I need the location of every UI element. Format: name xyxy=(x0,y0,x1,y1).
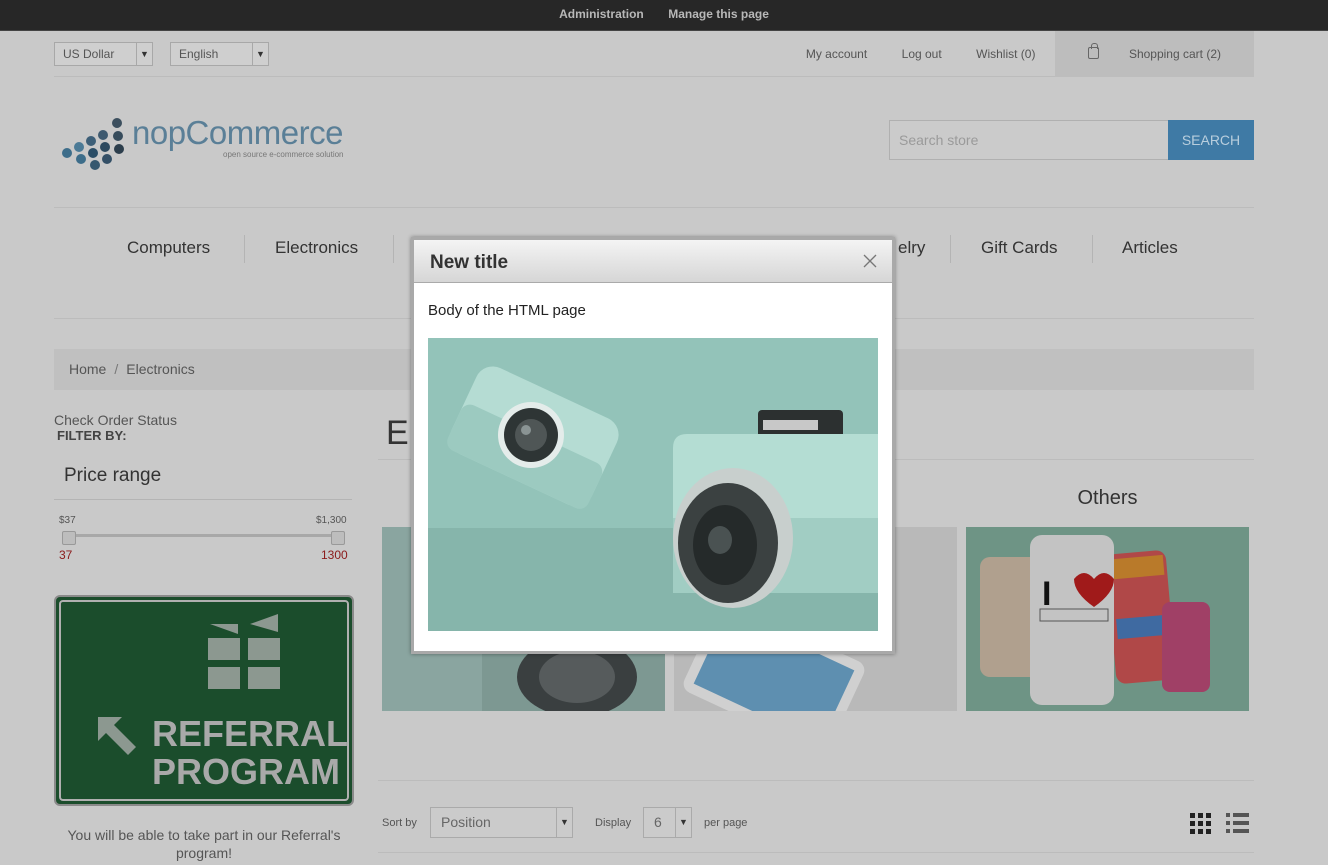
dialog-title: New title xyxy=(430,252,509,273)
referral-banner-text: REFERRAL PROGRAM xyxy=(152,715,348,791)
referral-program-banner[interactable]: REFERRAL PROGRAM xyxy=(54,595,354,806)
price-max-value: 1300 xyxy=(321,548,348,562)
search-button[interactable]: SEARCH xyxy=(1168,120,1254,160)
per-page-label: per page xyxy=(704,817,748,829)
menu-separator xyxy=(393,235,394,263)
page-size-value: 6 xyxy=(654,814,662,830)
shopping-cart-icon xyxy=(1087,43,1099,59)
referral-text-line1: You will be able to take part in our Ref… xyxy=(67,827,341,843)
store-logo[interactable]: nopCommerce open source e-commerce solut… xyxy=(58,112,358,170)
log-out-link[interactable]: Log out xyxy=(902,31,942,77)
currency-value: US Dollar xyxy=(63,47,115,61)
shopping-cart-label: Shopping cart (2) xyxy=(1128,47,1221,61)
logo-wordmark: nopCommerce xyxy=(132,114,343,151)
menu-separator xyxy=(1092,235,1093,263)
price-range-title: Price range xyxy=(54,451,352,500)
chevron-down-icon: ▼ xyxy=(136,43,152,65)
sort-by-select[interactable]: Position ▼ xyxy=(430,807,573,838)
list-view-icon[interactable] xyxy=(1226,813,1249,834)
logo-tagline: open source e-commerce solution xyxy=(223,150,344,159)
referral-text-line2: program! xyxy=(175,845,233,861)
referral-description: You will be able to take part in our Ref… xyxy=(54,826,354,862)
menu-item-jewelry[interactable]: elry xyxy=(898,238,925,258)
menu-item-computers[interactable]: Computers xyxy=(127,238,210,258)
camera-picture xyxy=(428,338,878,631)
category-title-others[interactable]: Others xyxy=(966,487,1249,510)
menu-separator xyxy=(244,235,245,263)
manage-page-link[interactable]: Manage this page xyxy=(668,0,769,28)
my-account-link[interactable]: My account xyxy=(806,31,867,77)
page-title: E xyxy=(386,414,409,452)
close-icon[interactable] xyxy=(862,253,878,269)
header-user-links: My account Log out Wishlist (0) Shopping… xyxy=(791,31,1254,77)
phone-cases-picture: I xyxy=(980,535,1210,705)
arrow-icon xyxy=(98,717,136,755)
filter-by-heading: FILTER BY: xyxy=(57,428,127,443)
language-select[interactable]: English ▼ xyxy=(170,42,269,66)
check-order-status-link[interactable]: Check Order Status xyxy=(54,412,177,428)
chevron-down-icon: ▼ xyxy=(252,43,268,65)
menu-item-articles[interactable]: Articles xyxy=(1122,238,1178,258)
breadcrumb-separator: / xyxy=(114,361,119,377)
breadcrumb-home[interactable]: Home xyxy=(69,361,106,377)
language-value: English xyxy=(179,47,219,61)
dialog-body-text: Body of the HTML page xyxy=(428,302,586,319)
price-max-label: $1,300 xyxy=(316,515,347,526)
shopping-cart-link[interactable]: Shopping cart (2) xyxy=(1054,31,1254,77)
dialog-header: New title xyxy=(414,240,892,283)
menu-item-gift-cards[interactable]: Gift Cards xyxy=(981,238,1058,258)
breadcrumb-current: Electronics xyxy=(126,361,195,377)
admin-bar: Administration Manage this page xyxy=(0,0,1328,31)
menu-item-electronics[interactable]: Electronics xyxy=(275,238,358,258)
chevron-down-icon: ▼ xyxy=(556,808,572,837)
popup-dialog: New title Body of the HTML page xyxy=(411,237,895,654)
price-slider-track[interactable] xyxy=(62,534,345,537)
logo-mark xyxy=(58,114,128,170)
price-slider-max-handle[interactable] xyxy=(331,531,345,545)
toolbar-bottom-divider xyxy=(378,852,1254,853)
page-size-select[interactable]: 6 ▼ xyxy=(643,807,692,838)
referral-line1: REFERRAL xyxy=(152,713,348,754)
svg-text:I: I xyxy=(1042,575,1051,613)
price-slider-min-handle[interactable] xyxy=(62,531,76,545)
wishlist-link[interactable]: Wishlist (0) xyxy=(976,31,1035,77)
sort-by-value: Position xyxy=(441,814,491,830)
price-min-value: 37 xyxy=(59,548,73,562)
category-image-others[interactable]: I xyxy=(966,527,1249,711)
search-input[interactable]: Search store xyxy=(889,120,1169,160)
administration-link[interactable]: Administration xyxy=(559,0,644,28)
menu-separator xyxy=(950,235,951,263)
toolbar-top-divider xyxy=(378,780,1254,781)
chevron-down-icon: ▼ xyxy=(675,808,691,837)
header-links: US Dollar ▼ English ▼ My account Log out… xyxy=(54,31,1254,77)
sort-by-label: Sort by xyxy=(382,817,417,829)
referral-line2: PROGRAM xyxy=(152,751,340,792)
currency-select[interactable]: US Dollar ▼ xyxy=(54,42,153,66)
gift-icon xyxy=(208,614,280,689)
display-label: Display xyxy=(595,817,632,829)
dialog-camera-image xyxy=(428,338,878,631)
grid-view-icon[interactable] xyxy=(1190,813,1211,834)
price-min-label: $37 xyxy=(59,515,76,526)
